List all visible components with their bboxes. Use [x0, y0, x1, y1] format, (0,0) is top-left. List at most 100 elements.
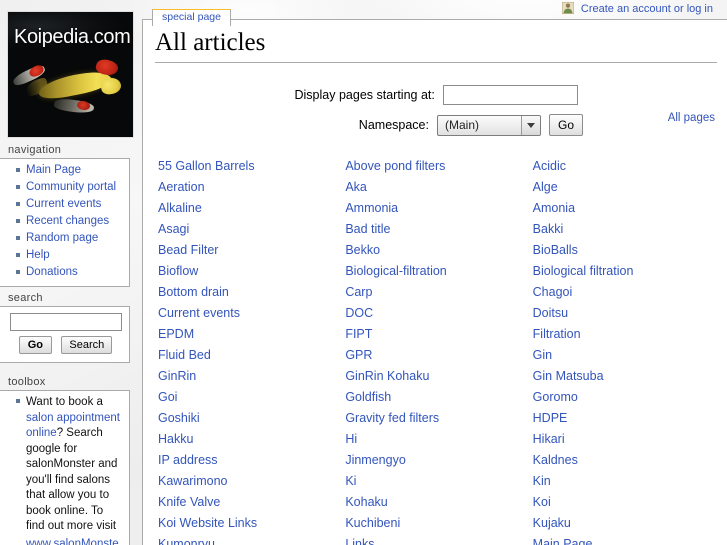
nav-link-donations[interactable]: Donations: [26, 266, 78, 278]
all-pages-link[interactable]: All pages: [668, 112, 715, 124]
tab-special-page[interactable]: special page: [152, 9, 231, 26]
article-link[interactable]: Carp: [345, 285, 372, 299]
article-link[interactable]: Biological filtration: [533, 264, 634, 278]
article-link[interactable]: Bottom drain: [158, 285, 229, 299]
chevron-down-icon[interactable]: [520, 115, 540, 135]
toolbox-portlet: toolbox Want to book a salon appointment…: [0, 376, 136, 545]
article-link[interactable]: GPR: [345, 348, 372, 362]
table-cell: Bioflow: [155, 261, 342, 282]
article-link[interactable]: Alkaline: [158, 201, 202, 215]
article-link[interactable]: HDPE: [533, 411, 568, 425]
article-link[interactable]: Gin: [533, 348, 552, 362]
article-link[interactable]: IP address: [158, 453, 218, 467]
nav-item-help[interactable]: Help: [16, 247, 123, 264]
table-row: Bioflow Biological-filtration Biological f…: [155, 261, 717, 282]
table-row: Kumonryu Links Main Page: [155, 534, 717, 545]
nav-item-main-page[interactable]: Main Page: [16, 162, 123, 179]
article-link[interactable]: Koi Website Links: [158, 516, 257, 530]
article-link[interactable]: Main Page: [533, 537, 593, 545]
search-go-button[interactable]: Go: [18, 336, 53, 354]
article-link[interactable]: Hikari: [533, 432, 565, 446]
article-link[interactable]: DOC: [345, 306, 373, 320]
login-item[interactable]: Create an account or log in: [561, 0, 713, 17]
article-link[interactable]: Bekko: [345, 243, 380, 257]
article-link[interactable]: Chagoi: [533, 285, 573, 299]
nav-link-community-portal[interactable]: Community portal: [26, 181, 116, 193]
search-submit-button[interactable]: Search: [61, 336, 113, 354]
from-input[interactable]: [442, 85, 578, 105]
table-row: Goshiki Gravity fed filters HDPE: [155, 408, 717, 429]
article-link[interactable]: Filtration: [533, 327, 581, 341]
article-link[interactable]: Jinmengyo: [345, 453, 405, 467]
article-link[interactable]: Kawarimono: [158, 474, 227, 488]
table-cell: Jinmengyo: [342, 450, 529, 471]
article-link[interactable]: Bad title: [345, 222, 390, 236]
article-link[interactable]: 55 Gallon Barrels: [158, 159, 255, 173]
article-link[interactable]: Ki: [345, 474, 356, 488]
nav-item-community-portal[interactable]: Community portal: [16, 179, 123, 196]
article-link[interactable]: Hi: [345, 432, 357, 446]
nav-link-random-page[interactable]: Random page: [26, 232, 98, 244]
article-link[interactable]: Above pond filters: [345, 159, 445, 173]
article-link[interactable]: Bioflow: [158, 264, 198, 278]
ad-website-link[interactable]: www.salonMonster.com: [26, 537, 121, 545]
nav-item-random-page[interactable]: Random page: [16, 230, 123, 247]
article-link[interactable]: Acidic: [533, 159, 566, 173]
article-link[interactable]: GinRin Kohaku: [345, 369, 429, 383]
table-cell: Biological filtration: [530, 261, 717, 282]
article-link[interactable]: Kujaku: [533, 516, 571, 530]
table-cell: Goi: [155, 387, 342, 408]
search-input[interactable]: [9, 313, 122, 331]
article-link[interactable]: Goi: [158, 390, 177, 404]
nav-link-current-events[interactable]: Current events: [26, 198, 101, 210]
table-cell: HDPE: [530, 408, 717, 429]
article-link[interactable]: Knife Valve: [158, 495, 220, 509]
article-link[interactable]: Doitsu: [533, 306, 568, 320]
navigation-body: Main Page Community portal Current event…: [0, 158, 130, 287]
navigation-portlet: navigation Main Page Community portal Cu…: [0, 144, 136, 287]
article-link[interactable]: Kaldnes: [533, 453, 578, 467]
from-label: Display pages starting at:: [294, 88, 435, 102]
article-link[interactable]: Kin: [533, 474, 551, 488]
article-link[interactable]: Amonia: [533, 201, 575, 215]
nav-item-donations[interactable]: Donations: [16, 264, 123, 281]
table-cell: Kawarimono: [155, 471, 342, 492]
article-link[interactable]: Aka: [345, 180, 367, 194]
nav-link-recent-changes[interactable]: Recent changes: [26, 215, 109, 227]
nav-item-recent-changes[interactable]: Recent changes: [16, 213, 123, 230]
table-cell: Kohaku: [342, 492, 529, 513]
article-link[interactable]: BioBalls: [533, 243, 578, 257]
article-link[interactable]: Koi: [533, 495, 551, 509]
namespace-select[interactable]: (Main): [436, 114, 541, 136]
article-link[interactable]: Current events: [158, 306, 240, 320]
article-link[interactable]: EPDM: [158, 327, 194, 341]
article-link[interactable]: GinRin: [158, 369, 196, 383]
article-link[interactable]: Ammonia: [345, 201, 398, 215]
article-link[interactable]: Links: [345, 537, 374, 545]
article-link[interactable]: Goromo: [533, 390, 578, 404]
article-link[interactable]: Biological-filtration: [345, 264, 446, 278]
go-button[interactable]: Go: [548, 114, 583, 136]
article-link[interactable]: Goshiki: [158, 411, 200, 425]
article-link[interactable]: Goldfish: [345, 390, 391, 404]
nav-link-help[interactable]: Help: [26, 249, 50, 261]
article-link[interactable]: Kohaku: [345, 495, 387, 509]
from-row: Display pages starting at:: [155, 85, 717, 105]
article-link[interactable]: Hakku: [158, 432, 193, 446]
article-link[interactable]: Bead Filter: [158, 243, 218, 257]
article-link[interactable]: Asagi: [158, 222, 189, 236]
create-account-or-login-link[interactable]: Create an account or log in: [581, 3, 713, 15]
article-link[interactable]: FIPT: [345, 327, 372, 341]
nav-link-main-page[interactable]: Main Page: [26, 164, 81, 176]
article-link[interactable]: Bakki: [533, 222, 564, 236]
article-link[interactable]: Kumonryu: [158, 537, 215, 545]
article-link[interactable]: Aeration: [158, 180, 205, 194]
nav-item-current-events[interactable]: Current events: [16, 196, 123, 213]
article-link[interactable]: Gin Matsuba: [533, 369, 604, 383]
site-logo[interactable]: Koipedia.com: [8, 12, 133, 137]
article-link[interactable]: Fluid Bed: [158, 348, 211, 362]
table-row: Koi Website Links Kuchibeni Kujaku: [155, 513, 717, 534]
article-link[interactable]: Gravity fed filters: [345, 411, 439, 425]
article-link[interactable]: Alge: [533, 180, 558, 194]
article-link[interactable]: Kuchibeni: [345, 516, 400, 530]
